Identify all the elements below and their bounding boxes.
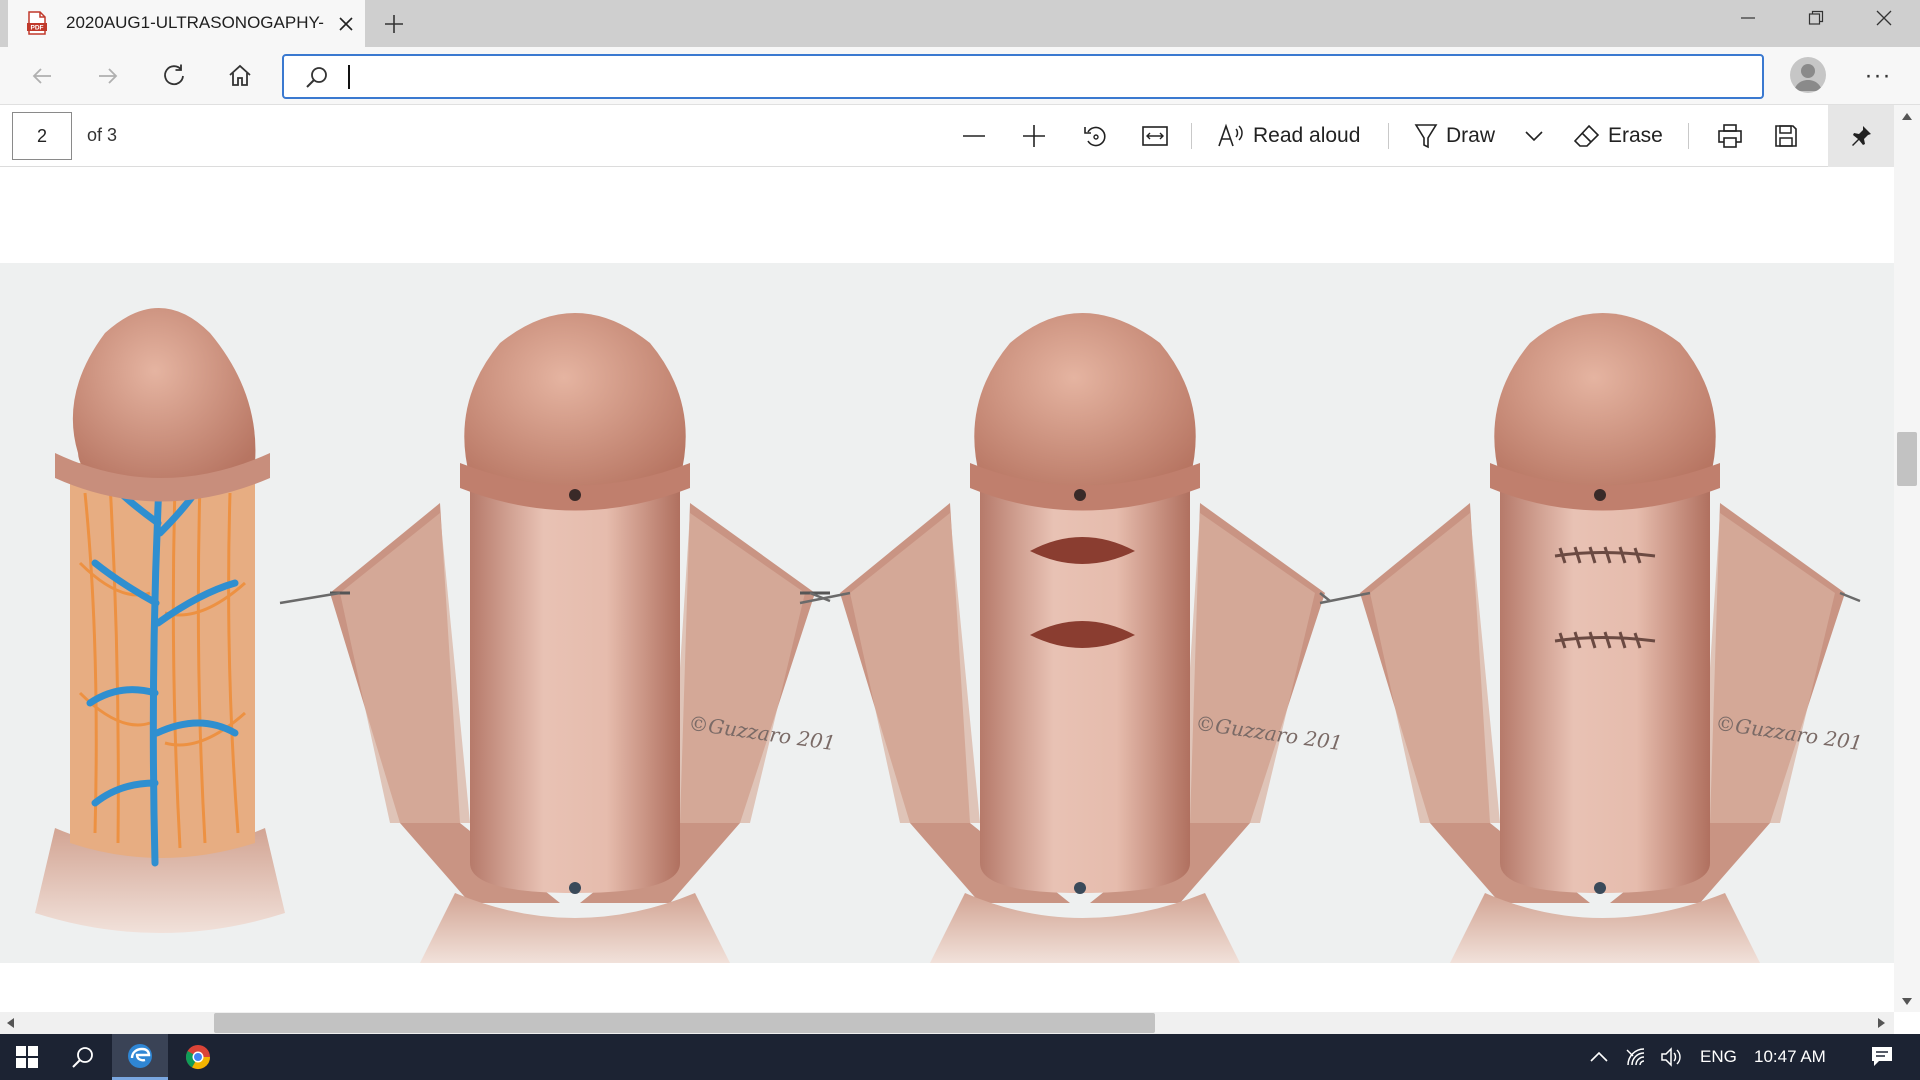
erase-label: Erase (1608, 124, 1663, 147)
fit-to-width-button[interactable] (1137, 115, 1173, 157)
panel-intact-shaft (35, 308, 285, 933)
profile-avatar[interactable] (1790, 57, 1826, 93)
page-count: of 3 (87, 125, 118, 145)
pen-icon (1414, 124, 1438, 149)
medical-illustration: ©Guzzaro 201 ©Guzzaro 201 ©Guzzaro 201 (0, 263, 1894, 963)
show-hidden-icons-chevron[interactable] (1584, 1034, 1614, 1080)
new-tab-button[interactable] (380, 10, 408, 38)
text-caret (348, 65, 350, 89)
zoom-out-button[interactable] (956, 115, 992, 157)
close-tab-icon[interactable] (334, 12, 358, 36)
illustration-svg (35, 308, 1861, 963)
browser-tab[interactable]: PDF 2020AUG1-ULTRASONOGAPHY- (8, 0, 365, 47)
read-aloud-label: Read aloud (1253, 124, 1361, 147)
volume-icon[interactable] (1656, 1034, 1688, 1080)
svg-text:PDF: PDF (31, 25, 44, 32)
more-options-button[interactable]: ··· (1858, 59, 1898, 93)
pin-icon (1852, 126, 1871, 146)
vertical-scroll-thumb[interactable] (1897, 432, 1917, 486)
vertical-scrollbar[interactable] (1894, 105, 1920, 1012)
action-center-icon[interactable] (1856, 1034, 1908, 1080)
read-aloud-button[interactable]: Read aloud (1217, 115, 1360, 157)
pdf-document-view[interactable]: ©Guzzaro 201 ©Guzzaro 201 ©Guzzaro 201 (0, 167, 1894, 1012)
draw-options-chevron[interactable] (1520, 115, 1548, 157)
rotate-button[interactable] (1077, 115, 1113, 157)
windows-taskbar: ENG 10:47 AM (0, 1034, 1920, 1080)
panel-exposed-shaft (330, 313, 830, 963)
edge-browser-icon[interactable] (112, 1034, 168, 1080)
tab-title: 2020AUG1-ULTRASONOGAPHY- (66, 13, 324, 32)
eraser-icon (1574, 124, 1600, 147)
refresh-icon[interactable] (154, 59, 194, 93)
windows-start-icon[interactable] (0, 1034, 54, 1080)
input-language[interactable]: ENG (1700, 1047, 1737, 1067)
toolbar-divider (1688, 123, 1689, 149)
search-icon (306, 67, 327, 88)
panel-sutured (1360, 313, 1845, 963)
back-arrow-icon[interactable] (22, 59, 62, 93)
home-icon[interactable] (220, 59, 260, 93)
tab-strip: PDF 2020AUG1-ULTRASONOGAPHY- (0, 0, 1920, 47)
minimize-icon[interactable] (1714, 0, 1782, 36)
toolbar-divider (1388, 123, 1389, 149)
scroll-down-arrow-icon[interactable] (1902, 998, 1912, 1005)
taskbar-search-icon[interactable] (58, 1034, 108, 1080)
page-number-input[interactable] (12, 112, 72, 160)
scroll-left-arrow-icon[interactable] (7, 1018, 14, 1028)
chrome-browser-icon[interactable] (172, 1034, 224, 1080)
horizontal-scroll-thumb[interactable] (214, 1013, 1155, 1033)
panel-incisions (840, 313, 1325, 963)
toolbar-divider (1191, 123, 1192, 149)
read-aloud-icon (1218, 123, 1243, 147)
draw-label: Draw (1446, 124, 1496, 147)
save-button[interactable] (1768, 115, 1804, 157)
network-icon[interactable] (1622, 1034, 1652, 1080)
scroll-right-arrow-icon[interactable] (1878, 1018, 1885, 1028)
address-input[interactable] (348, 62, 1738, 91)
navigation-bar: ··· (0, 47, 1920, 105)
pdf-file-icon: PDF (27, 11, 47, 35)
draw-button[interactable]: Draw (1414, 115, 1495, 157)
system-clock[interactable]: 10:47 AM (1754, 1047, 1826, 1067)
save-icon (1775, 125, 1797, 147)
scroll-up-arrow-icon[interactable] (1902, 113, 1912, 120)
zoom-in-button[interactable] (1016, 115, 1052, 157)
forward-arrow-icon[interactable] (88, 59, 128, 93)
erase-button[interactable]: Erase (1574, 115, 1663, 157)
printer-icon (1718, 124, 1742, 148)
address-bar[interactable] (282, 54, 1764, 99)
restore-icon[interactable] (1782, 0, 1850, 36)
pin-toolbar-button[interactable] (1828, 105, 1894, 167)
print-button[interactable] (1712, 115, 1748, 157)
chevron-down-icon (1525, 131, 1543, 142)
close-icon[interactable] (1850, 0, 1918, 36)
pdf-toolbar: of 3 Read aloud Draw Erase (0, 105, 1894, 167)
